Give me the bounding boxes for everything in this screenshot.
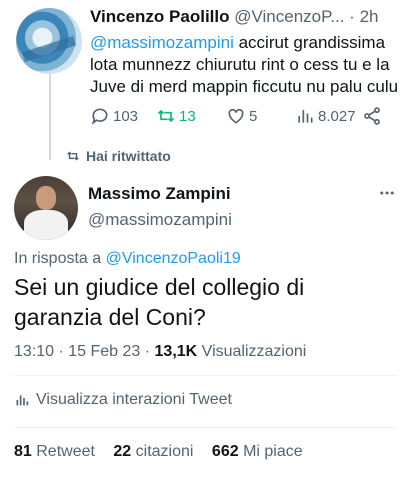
avatar[interactable]	[14, 176, 78, 240]
like-button[interactable]: 5	[226, 106, 257, 126]
tweet-text: @massimozampini accirut grandissima lota…	[90, 32, 402, 98]
retweet-stat-label: Retweet	[36, 443, 95, 460]
retweet-icon	[67, 151, 79, 161]
author-name[interactable]: Massimo Zampini	[88, 184, 231, 204]
engagement-stats: 81 Retweet 22 citazioni 662 Mi piace	[14, 443, 317, 461]
heart-icon	[228, 108, 244, 124]
reply-prefix: In risposta a	[14, 250, 106, 267]
mention-link[interactable]: @massimozampini	[90, 33, 234, 52]
share-icon	[364, 107, 380, 125]
tweet-header: Vincenzo Paolillo @VincenzoP... · 2h	[90, 7, 400, 27]
like-total: 662	[211, 443, 239, 460]
divider	[14, 427, 397, 428]
views-label: Visualizzazioni	[197, 343, 307, 360]
view-interactions-label: Visualizza interazioni Tweet	[36, 391, 232, 408]
avatar[interactable]	[16, 8, 82, 74]
divider	[14, 375, 397, 376]
tweet-actions: 103 13 5 8.027	[90, 106, 390, 128]
reply-icon	[91, 108, 108, 125]
retweet-button[interactable]: 13	[156, 106, 196, 126]
retweet-total: 81	[14, 443, 32, 460]
quotes-stat[interactable]: 22 citazioni	[113, 443, 193, 460]
retweets-stat[interactable]: 81 Retweet	[14, 443, 95, 460]
separator-dot: ·	[349, 7, 355, 26]
quote-total: 22	[113, 443, 132, 460]
retweet-count: 13	[179, 107, 196, 125]
retweet-icon	[157, 109, 175, 123]
tweet-time[interactable]: 2h	[360, 7, 379, 26]
author-name[interactable]: Vincenzo Paolillo	[90, 7, 230, 26]
tweet-meta: 13:10 · 15 Feb 23 · 13,1K Visualizzazion…	[14, 343, 306, 361]
retweeted-notice: Hai ritwittato	[66, 148, 171, 164]
reply-handle-link[interactable]: @VincenzoPaoli19	[106, 250, 241, 267]
reply-context: In risposta a @VincenzoPaoli19	[14, 250, 241, 268]
views-count: 8.027	[318, 107, 356, 125]
view-interactions-link[interactable]: Visualizza interazioni Tweet	[14, 391, 232, 409]
quote-stat-label: citazioni	[135, 443, 194, 460]
retweeted-label: Hai ritwittato	[86, 148, 171, 164]
author-handle[interactable]: @VincenzoP...	[234, 7, 344, 26]
share-button[interactable]	[362, 106, 382, 126]
views-count: 13,1K	[154, 343, 198, 360]
like-stat-label: Mi piace	[243, 443, 303, 460]
reply-button[interactable]: 103	[90, 106, 138, 126]
analytics-icon	[16, 395, 29, 406]
tweet-timestamp[interactable]: 13:10 · 15 Feb 23 ·	[14, 343, 155, 360]
thread-connector-line	[49, 72, 51, 160]
views-chart-icon	[298, 110, 313, 123]
like-count: 5	[249, 107, 258, 125]
author-handle[interactable]: @massimozampini	[88, 210, 232, 230]
tweet-text: Sei un giudice del collegio di garanzia …	[14, 274, 305, 330]
reply-count: 103	[113, 107, 139, 125]
likes-stat[interactable]: 662 Mi piace	[212, 443, 303, 460]
views-button[interactable]: 8.027	[295, 106, 356, 126]
more-options-icon[interactable]	[378, 184, 396, 202]
